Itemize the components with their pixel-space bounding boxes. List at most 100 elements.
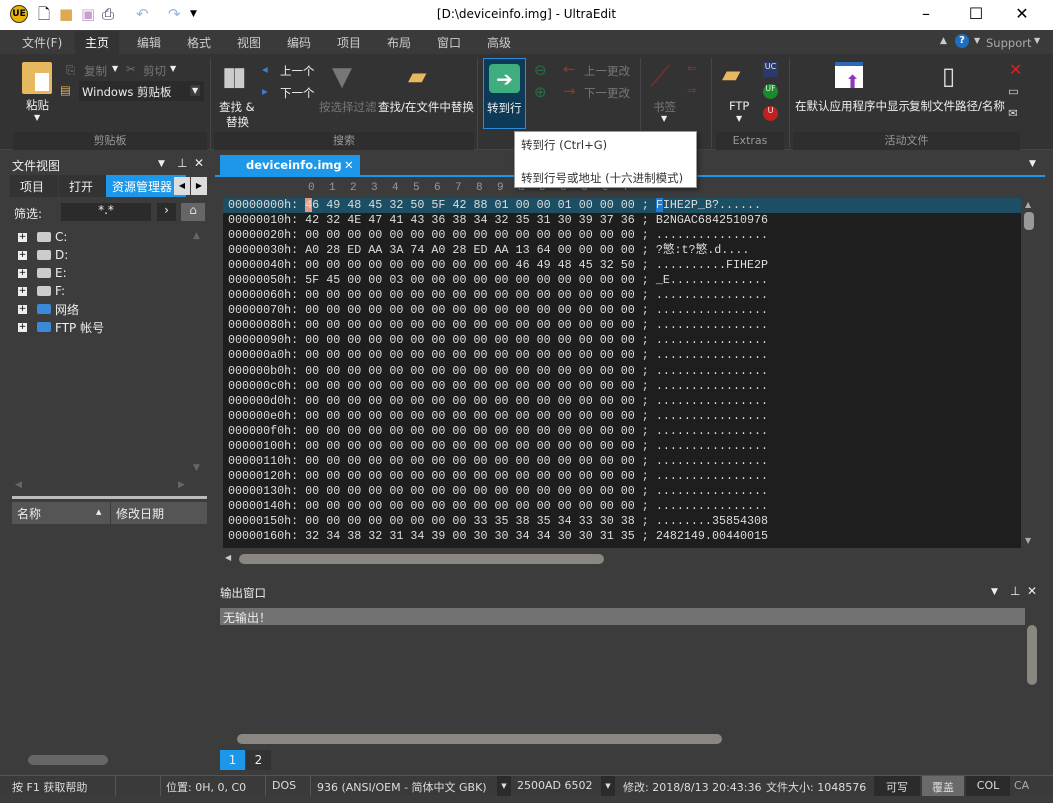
find-prev-button[interactable]: 上一个 bbox=[280, 63, 315, 79]
show-in-app-button[interactable]: 在默认应用程序中显示 bbox=[795, 98, 910, 114]
hex-row[interactable]: 00000130h: 00 00 00 00 00 00 00 00 00 00… bbox=[223, 484, 1021, 499]
tree-item[interactable]: + D: bbox=[18, 246, 68, 264]
output-tab-1[interactable]: 1 bbox=[220, 750, 245, 770]
goto-line-button[interactable]: ➔ 转到行 bbox=[483, 58, 526, 129]
rename-icon[interactable]: ▭ bbox=[1008, 84, 1019, 98]
paste-button[interactable]: 粘贴 bbox=[26, 97, 49, 113]
filter-button[interactable]: 按选择过滤 bbox=[319, 99, 377, 115]
highlight-dropdown-icon[interactable]: ▼ bbox=[601, 776, 615, 796]
copy-path-button[interactable]: 复制文件路径/名称 bbox=[909, 98, 1005, 114]
bookmark-prev-icon[interactable]: ⇐ bbox=[687, 61, 697, 75]
tab-open[interactable]: 打开 bbox=[59, 175, 106, 197]
expand-icon[interactable]: + bbox=[18, 322, 27, 332]
hex-row[interactable]: 00000040h: 00 00 00 00 00 00 00 00 00 00… bbox=[223, 258, 1021, 273]
cut-button[interactable]: 剪切 bbox=[143, 63, 166, 79]
tab-advanced[interactable]: 高级 bbox=[487, 34, 511, 51]
hex-row[interactable]: 00000080h: 00 00 00 00 00 00 00 00 00 00… bbox=[223, 318, 1021, 333]
filter-input[interactable]: *.* bbox=[61, 203, 151, 221]
hex-row[interactable]: 00000140h: 00 00 00 00 00 00 00 00 00 00… bbox=[223, 499, 1021, 514]
tab-home[interactable]: 主页 bbox=[75, 31, 120, 54]
hex-view[interactable]: 00000000h: 46 49 48 45 32 50 5F 42 88 01… bbox=[223, 198, 1021, 548]
panel-menu-icon[interactable]: ▼ bbox=[158, 159, 165, 169]
support-menu[interactable]: Support bbox=[986, 36, 1031, 50]
hex-row[interactable]: 00000090h: 00 00 00 00 00 00 00 00 00 00… bbox=[223, 333, 1021, 348]
horizontal-scrollbar[interactable] bbox=[28, 755, 108, 765]
status-column-mode[interactable]: COL bbox=[966, 776, 1010, 796]
tab-project[interactable]: 项目 bbox=[10, 175, 58, 197]
column-modified-date[interactable]: 修改日期 bbox=[111, 502, 207, 524]
hex-row[interactable]: 000000d0h: 00 00 00 00 00 00 00 00 00 00… bbox=[223, 394, 1021, 409]
browse-folder-icon[interactable]: ⌂ bbox=[181, 203, 205, 221]
ftp-dropdown-icon[interactable]: ▼ bbox=[736, 114, 742, 123]
close-button[interactable]: ✕ bbox=[1002, 4, 1042, 23]
close-panel-icon[interactable]: ✕ bbox=[1027, 584, 1037, 598]
expand-icon[interactable]: + bbox=[18, 232, 27, 242]
hex-row[interactable]: 000000e0h: 00 00 00 00 00 00 00 00 00 00… bbox=[223, 409, 1021, 424]
status-position[interactable]: 位置: 0H, 0, C0 bbox=[166, 779, 246, 795]
hex-row[interactable]: 000000b0h: 00 00 00 00 00 00 00 00 00 00… bbox=[223, 364, 1021, 379]
tree-item[interactable]: + C: bbox=[18, 228, 67, 246]
vertical-scrollbar[interactable] bbox=[1027, 625, 1037, 685]
hex-row[interactable]: 000000f0h: 00 00 00 00 00 00 00 00 00 00… bbox=[223, 424, 1021, 439]
tree-item[interactable]: + F: bbox=[18, 282, 65, 300]
tab-scroll-left-icon[interactable]: ◀ bbox=[174, 177, 190, 195]
bookmark-next-icon[interactable]: ⇒ bbox=[687, 83, 697, 97]
help-icon[interactable]: ? bbox=[955, 34, 969, 48]
paste-dropdown-icon[interactable]: ▼ bbox=[34, 113, 40, 122]
pin-icon[interactable]: ⊥ bbox=[1010, 584, 1020, 598]
ftp-button[interactable]: FTP bbox=[729, 99, 749, 113]
hex-row[interactable]: 00000160h: 32 34 38 32 31 34 39 00 30 30… bbox=[223, 529, 1021, 544]
hex-row[interactable]: 00000010h: 42 32 4E 47 41 43 36 38 34 32… bbox=[223, 213, 1021, 228]
close-tab-icon[interactable]: ✕ bbox=[344, 158, 354, 172]
uc-icon[interactable]: UC bbox=[763, 62, 778, 77]
pin-icon[interactable]: ⊥ bbox=[177, 156, 187, 170]
nav-back-icon[interactable]: ⊖ bbox=[534, 61, 547, 79]
tab-deviceinfo[interactable]: deviceinfo.img ✕ bbox=[220, 155, 360, 175]
panel-menu-icon[interactable]: ▼ bbox=[991, 587, 998, 597]
tab-format[interactable]: 格式 bbox=[187, 34, 211, 51]
expand-icon[interactable]: + bbox=[18, 304, 27, 314]
hex-row[interactable]: 00000060h: 00 00 00 00 00 00 00 00 00 00… bbox=[223, 288, 1021, 303]
hex-row[interactable]: 00000120h: 00 00 00 00 00 00 00 00 00 00… bbox=[223, 469, 1021, 484]
horizontal-scrollbar[interactable]: ◀ bbox=[223, 552, 1021, 566]
tab-file[interactable]: 文件(F) bbox=[22, 34, 62, 51]
scroll-down-icon[interactable]: ▼ bbox=[1025, 536, 1031, 545]
find-replace-button[interactable]: 查找 & bbox=[219, 99, 255, 115]
close-panel-icon[interactable]: ✕ bbox=[194, 156, 204, 170]
tab-edit[interactable]: 编辑 bbox=[137, 34, 161, 51]
hex-row[interactable]: 000000c0h: 00 00 00 00 00 00 00 00 00 00… bbox=[223, 379, 1021, 394]
bookmark-button[interactable]: 书签 bbox=[653, 99, 676, 115]
scroll-up-icon[interactable]: ▲ bbox=[193, 231, 200, 241]
hex-row[interactable]: 000000a0h: 00 00 00 00 00 00 00 00 00 00… bbox=[223, 348, 1021, 363]
encoding-dropdown-icon[interactable]: ▼ bbox=[497, 776, 511, 796]
scroll-left-icon[interactable]: ◀ bbox=[225, 553, 231, 562]
hex-row[interactable]: 00000020h: 00 00 00 00 00 00 00 00 00 00… bbox=[223, 228, 1021, 243]
tree-item[interactable]: + E: bbox=[18, 264, 67, 282]
expand-icon[interactable]: + bbox=[18, 250, 27, 260]
hex-row[interactable]: 00000150h: 00 00 00 00 00 00 00 00 33 35… bbox=[223, 514, 1021, 529]
scroll-down-icon[interactable]: ▼ bbox=[193, 463, 200, 473]
hex-row[interactable]: 00000110h: 00 00 00 00 00 00 00 00 00 00… bbox=[223, 454, 1021, 469]
tree-item[interactable]: + 网络 bbox=[18, 300, 79, 318]
hex-row[interactable]: 00000070h: 00 00 00 00 00 00 00 00 00 00… bbox=[223, 303, 1021, 318]
close-file-icon[interactable]: ✕ bbox=[1009, 60, 1022, 79]
email-file-icon[interactable]: ✉ bbox=[1008, 106, 1018, 120]
scroll-thumb[interactable] bbox=[239, 554, 604, 564]
status-line-ending[interactable]: DOS bbox=[272, 779, 296, 792]
tab-project[interactable]: 项目 bbox=[337, 34, 361, 51]
hex-row[interactable]: 00000100h: 00 00 00 00 00 00 00 00 00 00… bbox=[223, 439, 1021, 454]
maximize-button[interactable]: ☐ bbox=[956, 4, 996, 23]
find-in-files-button[interactable]: 查找/在文件中替换 bbox=[378, 99, 474, 115]
cut-dropdown-icon[interactable]: ▼ bbox=[170, 64, 176, 73]
prev-change-button[interactable]: 上一更改 bbox=[584, 63, 630, 79]
tab-view[interactable]: 视图 bbox=[237, 34, 261, 51]
help-dropdown-icon[interactable]: ▼ bbox=[974, 36, 980, 45]
us-icon[interactable]: U bbox=[763, 106, 778, 121]
tab-layout[interactable]: 布局 bbox=[387, 34, 411, 51]
bookmark-dropdown-icon[interactable]: ▼ bbox=[661, 114, 667, 123]
tree-item[interactable]: + FTP 帐号 bbox=[18, 318, 104, 336]
tab-list-icon[interactable]: ▼ bbox=[1029, 159, 1036, 169]
status-highlighting[interactable]: 2500AD 6502 bbox=[517, 779, 592, 792]
clipboard-select[interactable]: Windows 剪贴板 ▼ bbox=[79, 81, 204, 101]
output-tab-2[interactable]: 2 bbox=[246, 750, 271, 770]
